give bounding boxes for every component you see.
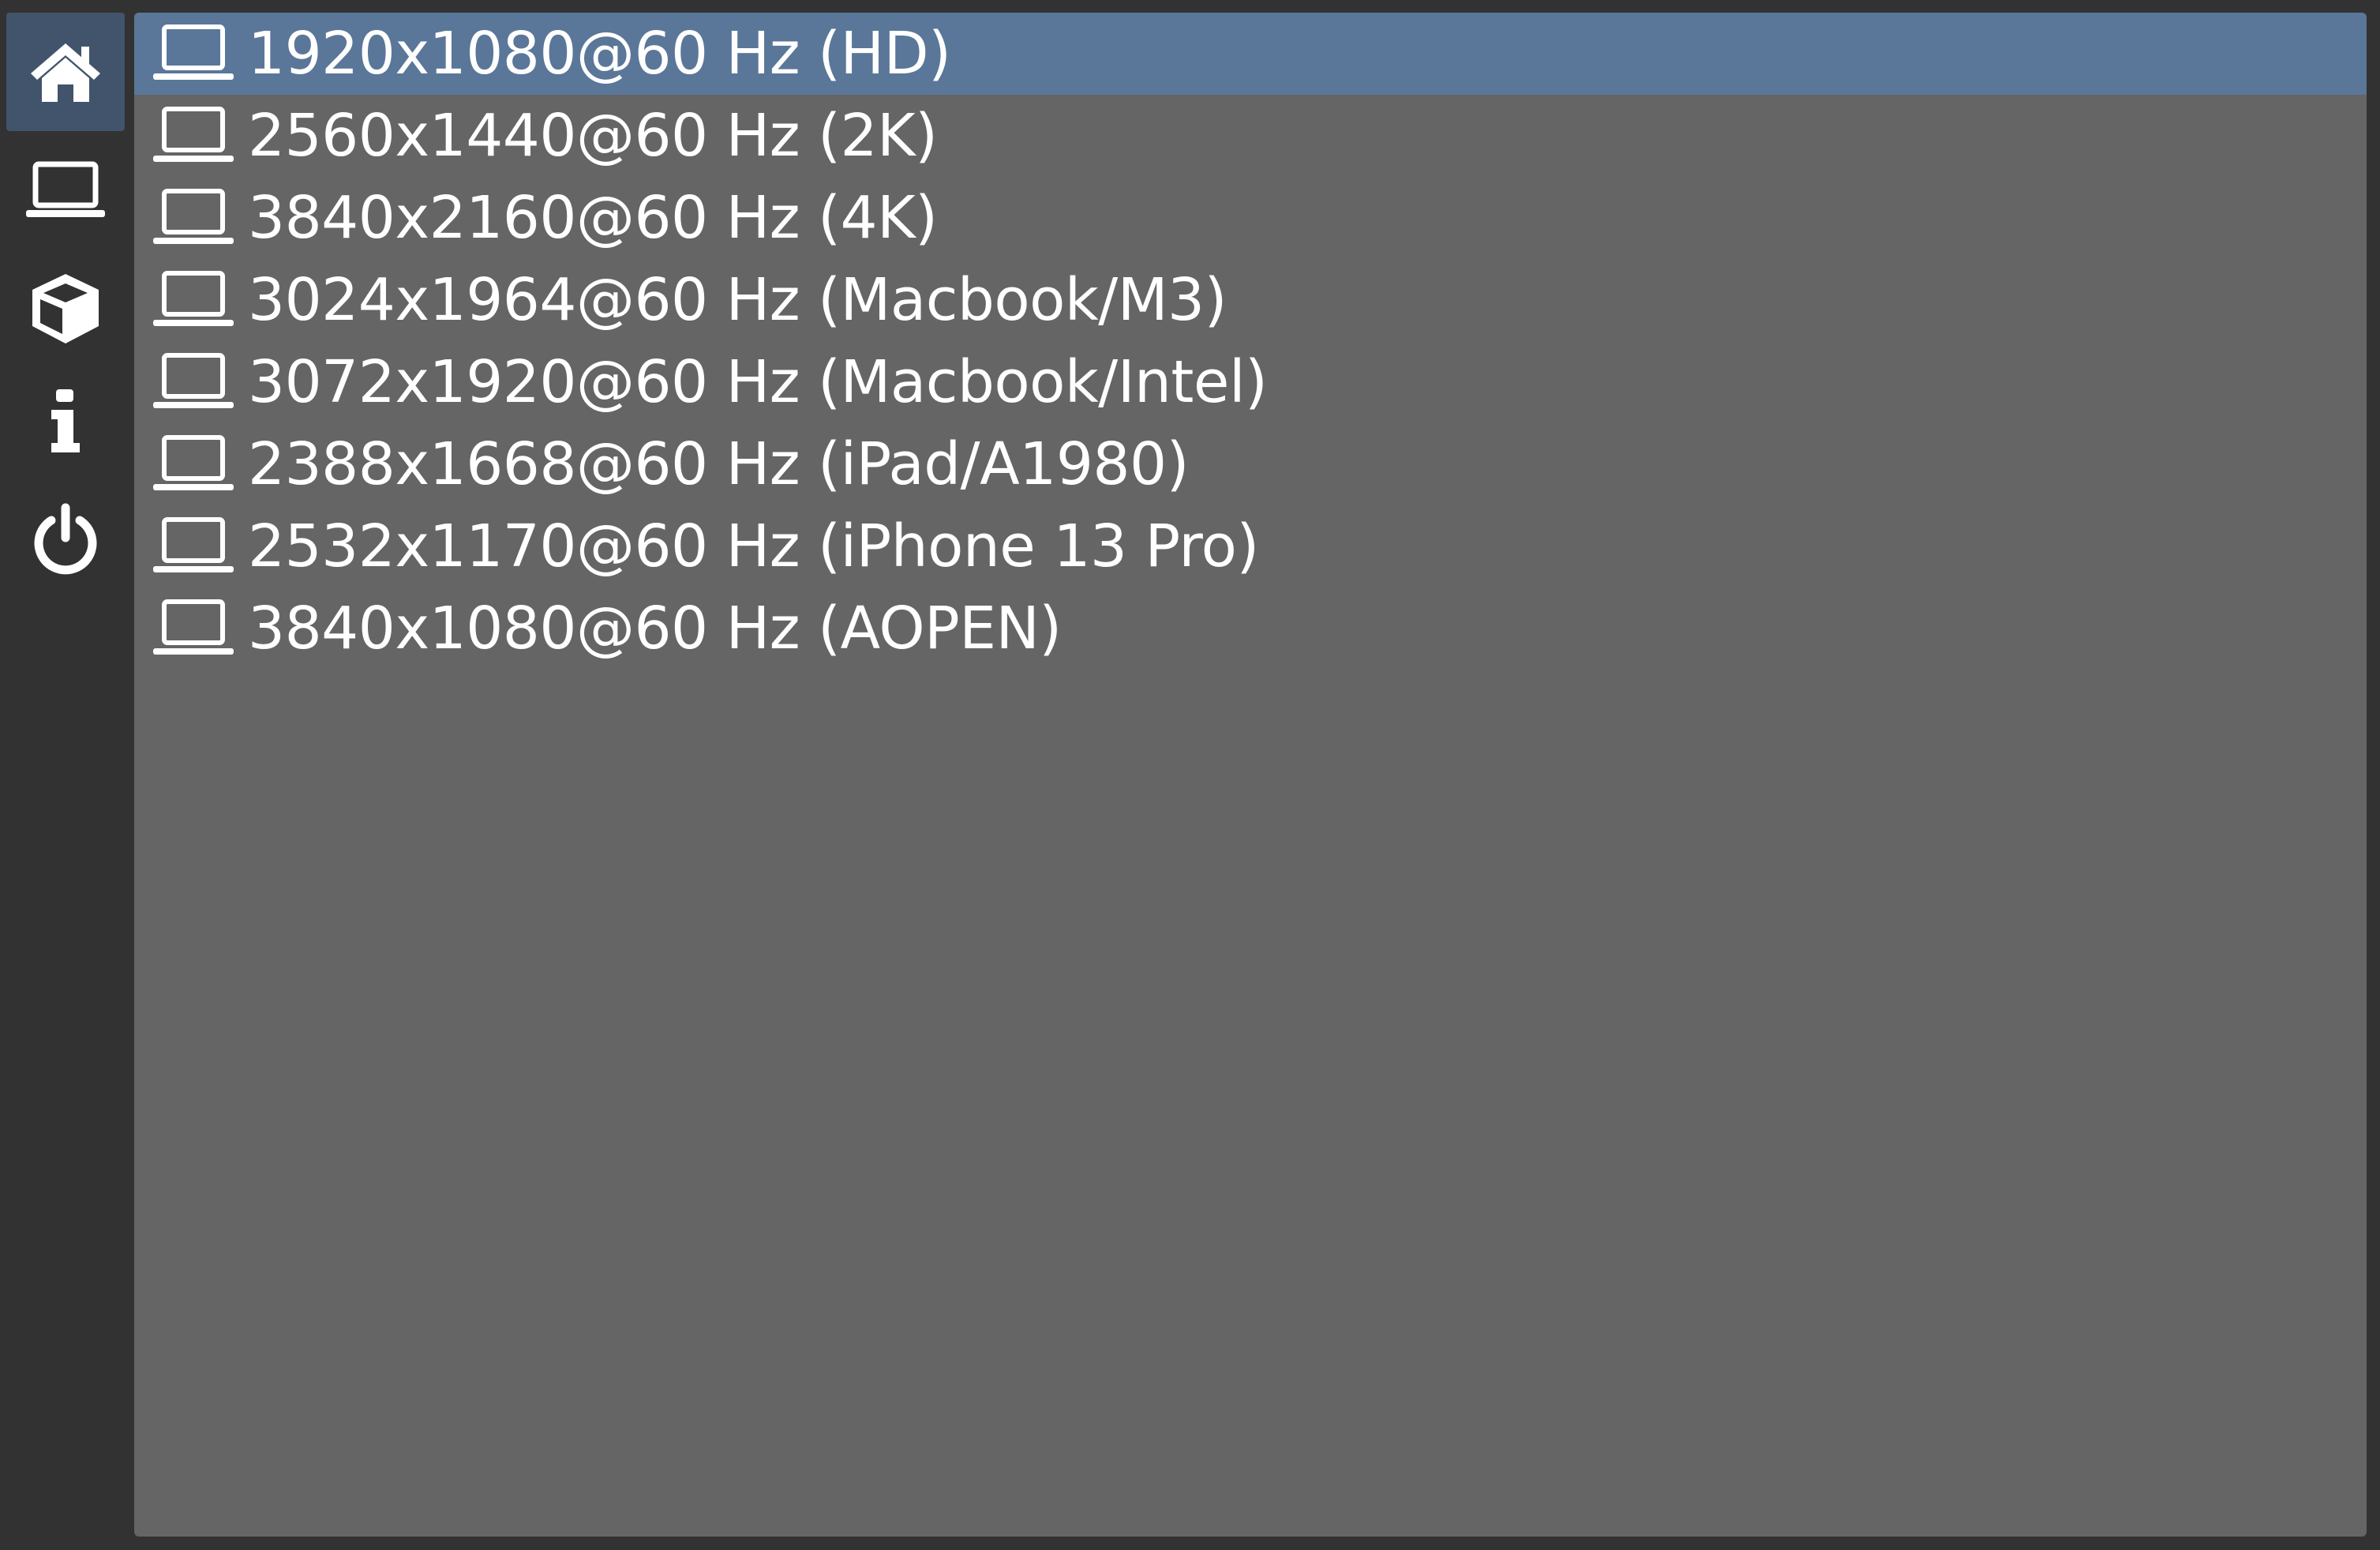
- resolution-item[interactable]: 2532x1170@60 Hz (iPhone 13 Pro): [134, 505, 2367, 587]
- laptop-icon: [152, 434, 235, 494]
- resolution-label: 3840x2160@60 Hz (4K): [248, 184, 938, 252]
- resolution-item[interactable]: 3024x1964@60 Hz (Macbook/M3): [134, 259, 2367, 341]
- resolution-item[interactable]: 3072x1920@60 Hz (Macbook/Intel): [134, 341, 2367, 423]
- laptop-icon: [26, 161, 105, 217]
- resolution-item[interactable]: 3840x1080@60 Hz (AOPEN): [134, 587, 2367, 670]
- resolution-label: 3072x1920@60 Hz (Macbook/Intel): [248, 348, 1268, 416]
- laptop-icon: [152, 516, 235, 576]
- power-icon: [34, 503, 97, 575]
- resolution-item[interactable]: 2388x1668@60 Hz (iPad/A1980): [134, 423, 2367, 505]
- resolution-item[interactable]: 1920x1080@60 Hz (HD): [134, 13, 2367, 95]
- resolution-list: 1920x1080@60 Hz (HD) 2560x1440@60 Hz (2K…: [134, 13, 2367, 1537]
- laptop-icon: [152, 352, 235, 412]
- sidebar-item-info[interactable]: [6, 362, 125, 480]
- resolution-item[interactable]: 2560x1440@60 Hz (2K): [134, 95, 2367, 177]
- laptop-icon: [152, 599, 235, 659]
- resolution-label: 2532x1170@60 Hz (iPhone 13 Pro): [248, 512, 1259, 580]
- sidebar-item-home[interactable]: [6, 13, 125, 131]
- cube-icon: [32, 274, 99, 343]
- sidebar: [0, 0, 131, 1550]
- resolution-label: 3024x1964@60 Hz (Macbook/M3): [248, 266, 1227, 334]
- sidebar-item-display[interactable]: [6, 131, 125, 250]
- laptop-icon: [152, 106, 235, 166]
- app-window: 1920x1080@60 Hz (HD) 2560x1440@60 Hz (2K…: [0, 0, 2380, 1550]
- laptop-icon: [152, 270, 235, 330]
- info-icon: [51, 389, 80, 452]
- resolution-label: 2560x1440@60 Hz (2K): [248, 102, 938, 170]
- resolution-label: 3840x1080@60 Hz (AOPEN): [248, 595, 1062, 662]
- sidebar-item-packages[interactable]: [6, 250, 125, 368]
- resolution-item[interactable]: 3840x2160@60 Hz (4K): [134, 177, 2367, 259]
- sidebar-item-power[interactable]: [6, 480, 125, 599]
- laptop-icon: [152, 24, 235, 84]
- resolution-label: 2388x1668@60 Hz (iPad/A1980): [248, 430, 1189, 498]
- home-icon: [31, 43, 100, 102]
- resolution-label: 1920x1080@60 Hz (HD): [248, 20, 951, 88]
- laptop-icon: [152, 188, 235, 248]
